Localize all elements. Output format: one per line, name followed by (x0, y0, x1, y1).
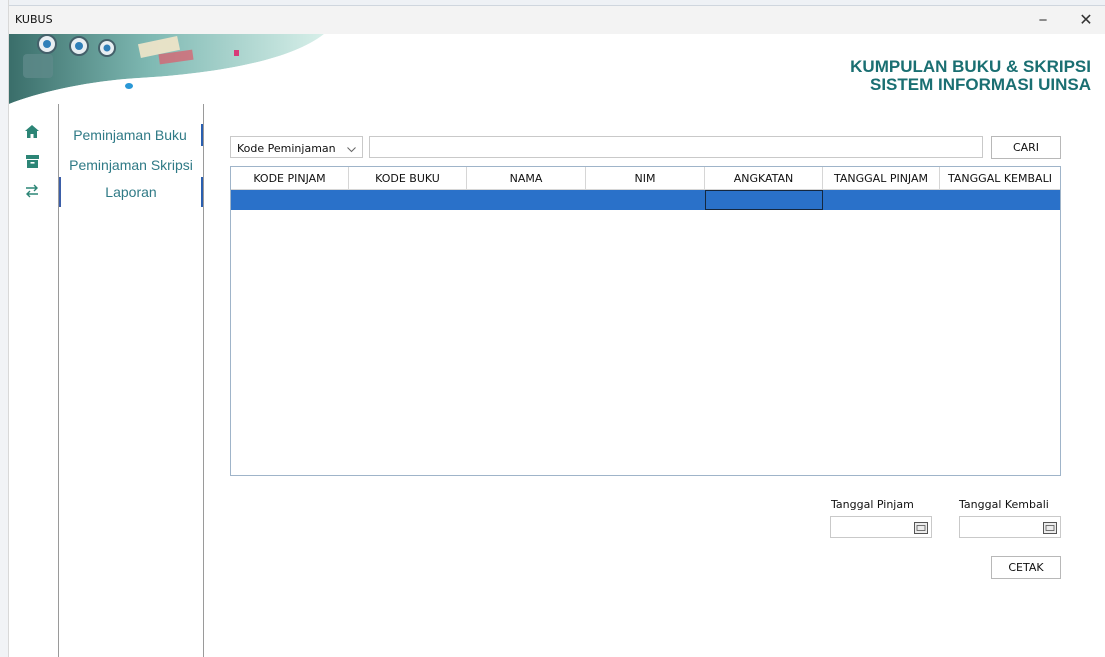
chevron-down-icon (347, 143, 356, 156)
nav-item-peminjaman-skripsi[interactable]: Peminjaman Skripsi (59, 154, 203, 176)
column-header-kode-pinjam[interactable]: KODE PINJAM (231, 167, 349, 190)
window-left-edge (0, 0, 9, 657)
table-cell[interactable] (823, 190, 940, 210)
app-brand: KUMPULAN BUKU & SKRIPSI SISTEM INFORMASI… (850, 58, 1091, 94)
archive-icon[interactable] (25, 154, 39, 168)
brand-line-1: KUMPULAN BUKU & SKRIPSI (850, 57, 1091, 76)
table-row-selected[interactable] (231, 190, 1060, 210)
icon-rail (9, 104, 59, 657)
column-header-kode-buku[interactable]: KODE BUKU (349, 167, 467, 190)
brand-line-2: SISTEM INFORMASI UINSA (869, 75, 1091, 94)
search-button[interactable]: CARI (991, 136, 1061, 159)
table-cell[interactable] (586, 190, 705, 210)
table-cell[interactable] (940, 190, 1060, 210)
window-title: KUBUS (15, 13, 53, 26)
close-button[interactable]: ✕ (1067, 6, 1105, 34)
title-bar: KUBUS − ✕ (9, 6, 1105, 34)
calendar-icon[interactable] (914, 521, 928, 534)
calendar-icon[interactable] (1043, 521, 1057, 534)
column-header-tanggal-pinjam[interactable]: TANGGAL PINJAM (823, 167, 940, 190)
tanggal-kembali-field[interactable] (959, 516, 1061, 538)
nav-item-peminjaman-buku[interactable]: Peminjaman Buku (59, 124, 203, 146)
search-filter-select[interactable]: Kode Peminjaman (230, 136, 363, 158)
tanggal-pinjam-label: Tanggal Pinjam (831, 498, 914, 511)
swap-arrows-icon[interactable] (25, 184, 39, 198)
search-input[interactable] (369, 136, 983, 158)
sidebar-nav: Peminjaman Buku Peminjaman Skripsi Lapor… (59, 104, 204, 657)
tanggal-pinjam-field[interactable] (830, 516, 932, 538)
print-button[interactable]: CETAK (991, 556, 1061, 579)
minimize-button[interactable]: − (1024, 6, 1062, 34)
banner-artwork (9, 34, 327, 104)
table-header: KODE PINJAM KODE BUKU NAMA NIM ANGKATAN … (231, 167, 1060, 190)
column-header-nama[interactable]: NAMA (467, 167, 586, 190)
data-table[interactable]: KODE PINJAM KODE BUKU NAMA NIM ANGKATAN … (230, 166, 1061, 476)
table-cell[interactable] (467, 190, 586, 210)
table-cell-focused[interactable] (705, 190, 823, 210)
home-icon[interactable] (25, 124, 39, 138)
table-cell[interactable] (231, 190, 349, 210)
column-header-angkatan[interactable]: ANGKATAN (705, 167, 823, 190)
column-header-tanggal-kembali[interactable]: TANGGAL KEMBALI (940, 167, 1060, 190)
tanggal-kembali-label: Tanggal Kembali (959, 498, 1049, 511)
table-cell[interactable] (349, 190, 467, 210)
nav-item-laporan[interactable]: Laporan (59, 177, 203, 207)
column-header-nim[interactable]: NIM (586, 167, 705, 190)
header-banner: KUMPULAN BUKU & SKRIPSI SISTEM INFORMASI… (9, 34, 1105, 104)
search-filter-value: Kode Peminjaman (237, 142, 336, 155)
